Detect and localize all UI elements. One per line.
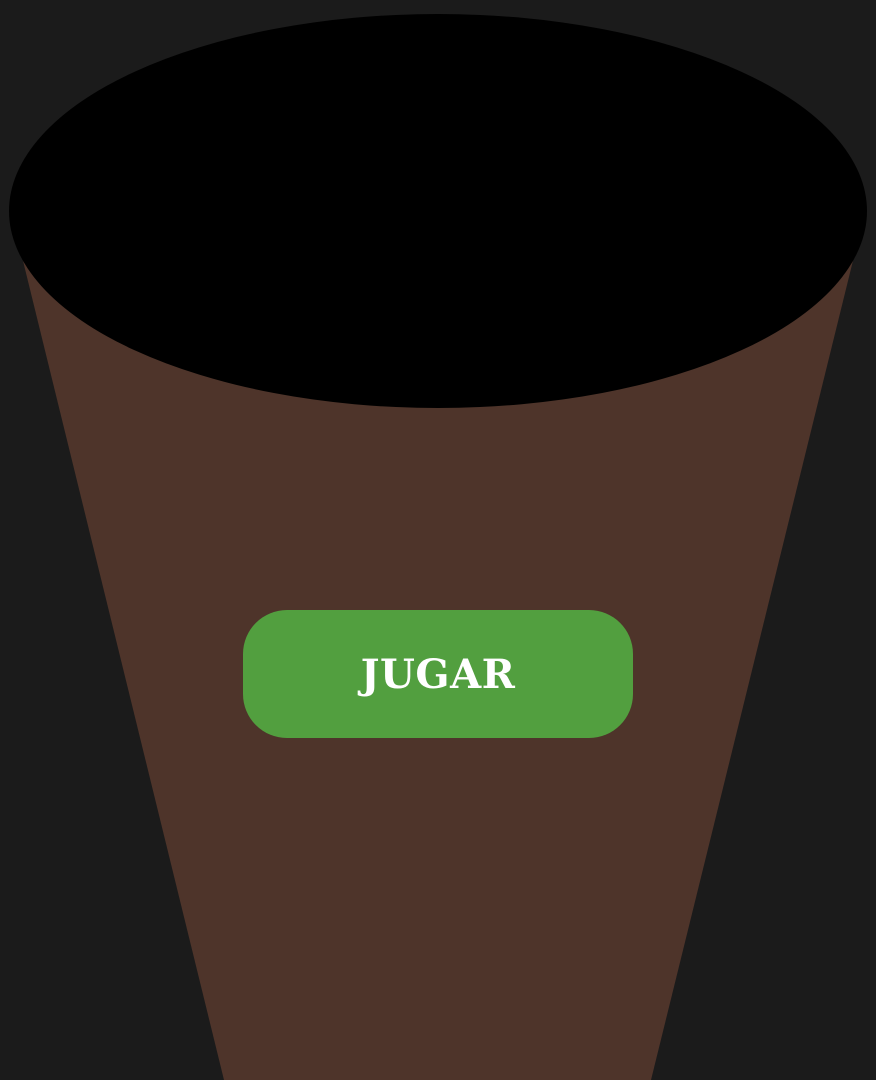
play-button[interactable]: JUGAR [243, 610, 633, 738]
cup-opening [9, 14, 867, 408]
game-scene: JUGAR [0, 0, 876, 1080]
play-button-label: JUGAR [360, 650, 516, 698]
